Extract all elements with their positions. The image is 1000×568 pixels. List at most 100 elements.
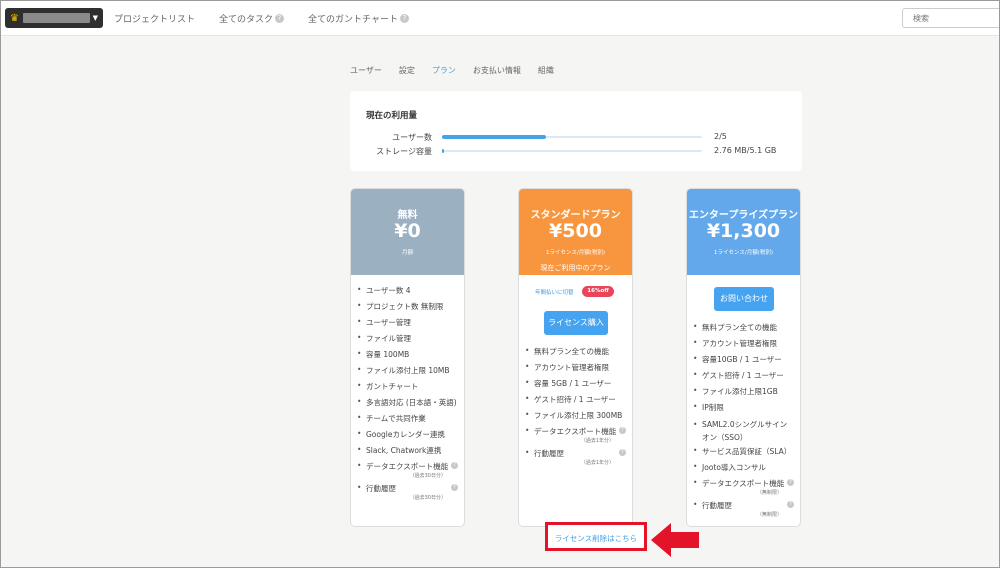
nav-label: 全てのガントチャート <box>308 15 398 25</box>
feature-list-standard: 無料プラン全ての機能 アカウント管理者権限 容量 5GB / 1 ユーザー ゲス… <box>525 346 626 470</box>
tab-users[interactable]: ユーザー <box>350 65 382 76</box>
feature-note: （過去30日分） <box>409 495 446 501</box>
plan-billing-unit: 月額 <box>401 250 413 256</box>
settings-tabs: ユーザー 設定 プラン お支払い情報 組織 <box>350 65 571 76</box>
feature-list-free: ユーザー数 4 プロジェクト数 無制限 ユーザー管理 ファイル管理 容量 100… <box>357 285 458 505</box>
feature-note: （過去1年分） <box>580 460 614 466</box>
usage-storage-fill <box>442 149 444 153</box>
tab-plan[interactable]: プラン <box>432 65 456 76</box>
chevron-down-icon: ▼ <box>92 14 98 22</box>
plan-price: ¥500 <box>549 220 602 242</box>
feature-item-activity-log: 行動履歴 （無制限） ? <box>693 500 794 522</box>
nav-all-tasks[interactable]: 全てのタスク ? <box>219 12 285 25</box>
tab-billing[interactable]: お支払い情報 <box>473 65 521 76</box>
buy-license-button[interactable]: ライセンス購入 <box>544 311 608 335</box>
nav-all-gantt[interactable]: 全てのガントチャート ? <box>308 12 409 25</box>
plan-price: ¥1,300 <box>706 220 781 242</box>
feature-label: データエクスポート機能 <box>702 479 785 488</box>
window-border <box>0 0 1000 568</box>
feature-item-export: データエクスポート機能 （過去30日分） ? <box>357 461 458 483</box>
usage-users-label: ユーザー数 <box>392 133 432 142</box>
feature-item: Jooto導入コンサル <box>693 462 794 478</box>
help-icon[interactable]: ? <box>619 427 626 434</box>
feature-note: （無制限） <box>756 490 782 496</box>
tab-settings[interactable]: 設定 <box>399 65 415 76</box>
usage-card: 現在の利用量 ユーザー数 2/5 ストレージ容量 2.76 MB/5.1 GB <box>350 91 802 171</box>
search-input[interactable] <box>902 8 1000 28</box>
plan-billing-unit: 1ライセンス/月額(税別) <box>545 250 606 256</box>
top-bar: ♛ ▼ プロジェクトリスト 全てのタスク ? 全てのガントチャート ? <box>0 0 1000 36</box>
feature-item-export: データエクスポート機能 （過去1年分） ? <box>525 426 626 448</box>
feature-label: 行動履歴 <box>366 484 396 493</box>
usage-storage-row: ストレージ容量 2.76 MB/5.1 GB <box>350 146 802 158</box>
feature-label: データエクスポート機能 <box>534 427 617 436</box>
feature-item: アカウント管理者権限 <box>525 362 626 378</box>
feature-item: 容量 5GB / 1 ユーザー <box>525 378 626 394</box>
feature-label: 行動履歴 <box>702 501 732 510</box>
feature-item: アカウント管理者権限 <box>693 338 794 354</box>
plan-price: ¥0 <box>394 220 421 242</box>
contact-us-button[interactable]: お問い合わせ <box>714 287 774 311</box>
help-icon[interactable]: ? <box>787 501 794 508</box>
usage-storage-value: 2.76 MB/5.1 GB <box>714 146 777 155</box>
feature-item: ゲスト招待 / 1 ユーザー <box>693 370 794 386</box>
current-plan-label: 現在ご利用中のプラン <box>540 264 611 272</box>
feature-item: ゲスト招待 / 1 ユーザー <box>525 394 626 410</box>
help-icon[interactable]: ? <box>399 14 409 23</box>
help-icon[interactable]: ? <box>787 479 794 486</box>
feature-item: IP制限 <box>693 402 794 418</box>
usage-users-value: 2/5 <box>714 132 727 141</box>
feature-item: 多言語対応 (日本語・英語) <box>357 397 458 413</box>
usage-storage-bar <box>442 149 702 153</box>
help-icon[interactable]: ? <box>275 14 285 23</box>
help-icon[interactable]: ? <box>451 484 458 491</box>
switch-annual-link[interactable]: 年間払いに切替 <box>535 288 574 296</box>
cancel-link-highlight: ライセンス削除はこちら <box>545 522 647 551</box>
tab-organization[interactable]: 組織 <box>538 65 554 76</box>
feature-item-sso: SAML2.0シングルサインオン（SSO） <box>693 418 794 446</box>
feature-item-activity-log: 行動履歴 （過去30日分） ? <box>357 483 458 505</box>
feature-item-activity-log: 行動履歴 （過去1年分） ? <box>525 448 626 470</box>
feature-item: ガントチャート <box>357 381 458 397</box>
usage-title: 現在の利用量 <box>366 111 418 121</box>
feature-note: （過去30日分） <box>409 473 446 479</box>
feature-item: ファイル管理 <box>357 333 458 349</box>
arrow-left-icon <box>651 523 699 557</box>
feature-item: 無料プラン全ての機能 <box>525 346 626 362</box>
usage-users-bar <box>442 135 702 139</box>
feature-item: ユーザー数 4 <box>357 285 458 301</box>
help-icon[interactable]: ? <box>619 449 626 456</box>
plan-card-enterprise: エンタープライズプラン ¥1,300 1ライセンス/月額(税別) お問い合わせ … <box>686 188 801 527</box>
feature-item: ファイル添付上限1GB <box>693 386 794 402</box>
plan-name: 無料 <box>397 210 418 221</box>
feature-item: ファイル添付上限 300MB <box>525 410 626 426</box>
feature-label: 行動履歴 <box>534 449 564 458</box>
feature-item: 容量 100MB <box>357 349 458 365</box>
organization-name-redacted <box>22 13 90 23</box>
usage-users-fill <box>442 135 546 139</box>
plan-card-free: 無料 ¥0 月額 ユーザー数 4 プロジェクト数 無制限 ユーザー管理 ファイル… <box>350 188 465 527</box>
main-nav: プロジェクトリスト 全てのタスク ? 全てのガントチャート ? <box>114 12 433 25</box>
plan-header-enterprise: エンタープライズプラン ¥1,300 1ライセンス/月額(税別) <box>687 189 800 275</box>
nav-label: 全てのタスク <box>219 15 274 25</box>
feature-note: （過去1年分） <box>580 438 614 444</box>
feature-item-export: データエクスポート機能 （無制限） ? <box>693 478 794 500</box>
help-icon[interactable]: ? <box>451 462 458 469</box>
nav-label: プロジェクトリスト <box>114 15 196 25</box>
plan-header-standard: スタンダードプラン ¥500 1ライセンス/月額(税別) 現在ご利用中のプラン <box>519 189 632 275</box>
feature-list-enterprise: 無料プラン全ての機能 アカウント管理者権限 容量10GB / 1 ユーザー ゲス… <box>693 322 794 522</box>
delete-license-link[interactable]: ライセンス削除はこちら <box>548 533 644 544</box>
usage-users-row: ユーザー数 2/5 <box>350 132 802 144</box>
feature-item: Slack, Chatwork連携 <box>357 445 458 461</box>
organization-selector[interactable]: ♛ ▼ <box>5 8 103 28</box>
nav-project-list[interactable]: プロジェクトリスト <box>114 12 195 25</box>
feature-item: プロジェクト数 無制限 <box>357 301 458 317</box>
feature-item: チームで共同作業 <box>357 413 458 429</box>
crown-icon: ♛ <box>10 12 19 24</box>
feature-item: Googleカレンダー連携 <box>357 429 458 445</box>
feature-label: データエクスポート機能 <box>366 462 449 471</box>
usage-storage-label: ストレージ容量 <box>376 147 432 156</box>
plan-billing-unit: 1ライセンス/月額(税別) <box>713 250 774 256</box>
plan-name: スタンダードプラン <box>530 210 621 221</box>
feature-item: 無料プラン全ての機能 <box>693 322 794 338</box>
